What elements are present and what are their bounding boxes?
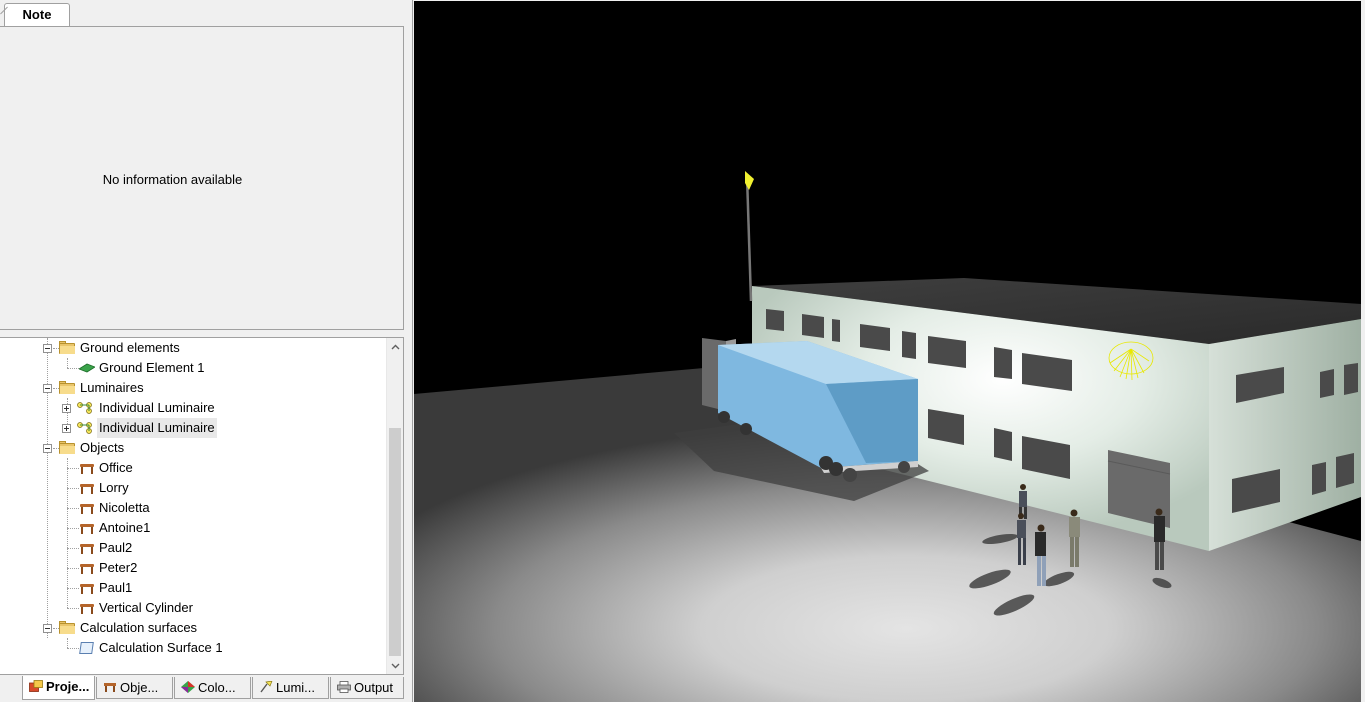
folder-icon — [59, 621, 75, 634]
window-edge — [1361, 0, 1365, 702]
vertical-splitter[interactable] — [406, 0, 413, 702]
pole-luminaire — [745, 171, 754, 302]
tree-item-label: Nicoletta — [99, 500, 150, 515]
scroll-down-button[interactable] — [387, 657, 403, 674]
table-icon — [79, 502, 95, 514]
folder-icon — [59, 441, 75, 454]
tree-item-label: Individual Luminaire — [99, 400, 215, 415]
table-icon — [79, 462, 95, 474]
scroll-thumb[interactable] — [389, 428, 401, 656]
tree-item-ground-element[interactable]: Ground Element 1 — [0, 358, 386, 378]
project-tree: Ground elements Ground Element 1 Luminai… — [0, 338, 386, 674]
colors-icon — [181, 681, 195, 693]
luminaire-arrangement-icon — [77, 422, 92, 434]
collapse-icon[interactable] — [43, 384, 52, 393]
printer-icon — [337, 681, 351, 693]
tree-item-label: Calculation Surface 1 — [99, 640, 223, 655]
calculation-surface-icon — [79, 642, 94, 654]
scene-render — [414, 171, 1361, 702]
tab-label: Proje... — [46, 679, 90, 694]
project-tree-panel: Ground elements Ground Element 1 Luminai… — [0, 337, 404, 675]
tree-item-individual-luminaire[interactable]: Individual Luminaire — [0, 398, 386, 418]
collapse-icon[interactable] — [43, 624, 52, 633]
tree-item-calculation-surface[interactable]: Calculation Surface 1 — [0, 638, 386, 658]
expand-icon[interactable] — [62, 424, 71, 433]
table-icon — [79, 602, 95, 614]
tab-project[interactable]: Proje... — [22, 676, 95, 700]
scroll-up-button[interactable] — [387, 338, 403, 355]
expand-icon[interactable] — [62, 404, 71, 413]
tree-item-label: Vertical Cylinder — [99, 600, 193, 615]
table-icon — [79, 582, 95, 594]
tree-item-label: Calculation surfaces — [80, 620, 198, 635]
tree-item-label: Paul1 — [99, 580, 133, 595]
tree-item-label: Paul2 — [99, 540, 133, 555]
tree-item-label: Ground Element 1 — [99, 360, 205, 375]
tree-item-calculation-surfaces[interactable]: Calculation surfaces — [0, 618, 386, 638]
left-panel: Note No information available Ground ele… — [0, 0, 406, 702]
note-tabstrip: Note — [0, 0, 406, 27]
chevron-up-icon — [391, 344, 400, 349]
tree-item-label: Luminaires — [80, 380, 144, 395]
tab-note[interactable]: Note — [4, 3, 70, 27]
tree-item-label: Antoine1 — [99, 520, 151, 535]
tab-label: Output — [354, 680, 394, 695]
tree-item-label: Peter2 — [99, 560, 138, 575]
ground-element-icon — [79, 363, 95, 373]
bottom-tabstrip: Proje... Obje... Colo... Lumi... Output — [0, 676, 406, 702]
tree-item-ground-elements[interactable]: Ground elements — [0, 338, 386, 358]
tab-label: Obje... — [120, 680, 159, 695]
tree-item-lorry[interactable]: Lorry — [0, 478, 386, 498]
tree-item-label: Objects — [80, 440, 125, 455]
luminaire-arrangement-icon — [77, 402, 92, 414]
collapse-icon[interactable] — [43, 444, 52, 453]
tree-item-label: Ground elements — [80, 340, 180, 355]
tree-item-objects[interactable]: Objects — [0, 438, 386, 458]
tree-item-office[interactable]: Office — [0, 458, 386, 478]
table-icon — [79, 562, 95, 574]
tab-label: Colo... — [198, 680, 236, 695]
application-window: Note No information available Ground ele… — [0, 0, 1365, 702]
note-message: No information available — [102, 172, 243, 187]
folder-icon — [59, 381, 75, 394]
table-icon — [79, 482, 95, 494]
tree-item-paul2[interactable]: Paul2 — [0, 538, 386, 558]
tree-item-nicoletta[interactable]: Nicoletta — [0, 498, 386, 518]
table-icon — [79, 522, 95, 534]
tree-item-vertical-cylinder[interactable]: Vertical Cylinder — [0, 598, 386, 618]
chevron-down-icon — [391, 663, 400, 668]
tree-scrollbar[interactable] — [386, 338, 403, 674]
tree-item-label: Office — [99, 460, 133, 475]
tree-item-label: Individual Luminaire — [97, 418, 217, 438]
3d-viewport[interactable] — [414, 1, 1361, 702]
tab-objects[interactable]: Obje... — [96, 677, 173, 699]
tree-item-paul1[interactable]: Paul1 — [0, 578, 386, 598]
folder-icon — [59, 341, 75, 354]
tab-colors[interactable]: Colo... — [174, 677, 251, 699]
project-icon — [29, 680, 43, 692]
tree-item-individual-luminaire-selected[interactable]: Individual Luminaire — [0, 418, 386, 438]
tree-item-peter2[interactable]: Peter2 — [0, 558, 386, 578]
table-icon — [79, 542, 95, 554]
tree-item-luminaires[interactable]: Luminaires — [0, 378, 386, 398]
tree-item-label: Lorry — [99, 480, 129, 495]
tree-item-antoine1[interactable]: Antoine1 — [0, 518, 386, 538]
tab-output[interactable]: Output — [330, 677, 404, 699]
note-panel: No information available — [0, 26, 404, 330]
luminaires-icon — [260, 681, 273, 693]
tab-label: Lumi... — [276, 680, 316, 695]
objects-icon — [104, 683, 116, 692]
collapse-icon[interactable] — [43, 344, 52, 353]
tab-luminaires[interactable]: Lumi... — [252, 677, 329, 699]
